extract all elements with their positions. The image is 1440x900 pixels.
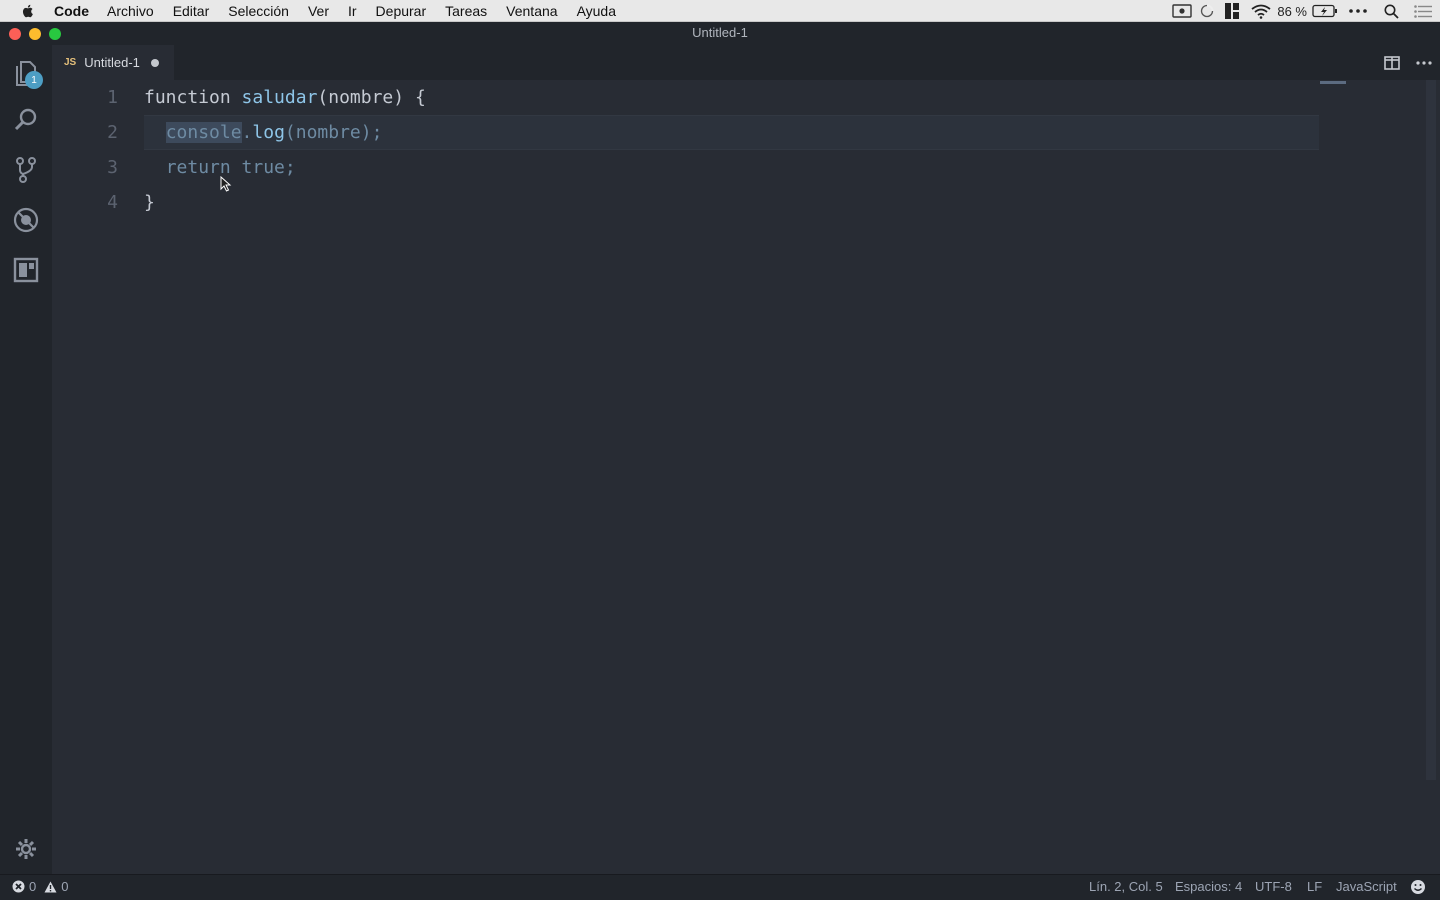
vertical-scrollbar[interactable]: [1426, 80, 1436, 780]
code-line: 3 return true;: [52, 150, 1352, 185]
menu-ver[interactable]: Ver: [308, 3, 329, 19]
menu-ayuda[interactable]: Ayuda: [577, 3, 616, 19]
more-actions-button[interactable]: [1414, 53, 1434, 73]
tab-label: Untitled-1: [84, 55, 140, 70]
code-line: 2 console.log(nombre);: [52, 115, 1352, 150]
mouse-pointer-icon: [220, 175, 232, 197]
screen-record-icon[interactable]: [1169, 0, 1195, 22]
line-number: 1: [107, 87, 118, 108]
javascript-file-icon: JS: [64, 57, 77, 68]
menu-ir[interactable]: Ir: [348, 3, 357, 19]
code-text[interactable]: console.log(nombre);: [144, 115, 382, 150]
menu-ventana[interactable]: Ventana: [506, 3, 557, 19]
encoding-setting[interactable]: UTF-8: [1255, 879, 1292, 894]
error-count: 0: [29, 879, 37, 894]
menu-tareas[interactable]: Tareas: [445, 3, 487, 19]
code-line: 4 }: [52, 185, 1352, 220]
code-line: 1 function saludar(nombre) {: [52, 80, 1352, 115]
status-bar: 0 0 Lín. 2, Col. 5 Espacios: 4 UTF-8 LF …: [0, 874, 1440, 900]
line-number: 3: [107, 157, 118, 178]
battery-percent[interactable]: 86 %: [1277, 0, 1310, 22]
window-title-bar: Untitled-1: [0, 22, 1440, 45]
menu-app-code[interactable]: Code: [54, 3, 89, 19]
selected-text: console: [165, 122, 242, 143]
menu-editar[interactable]: Editar: [173, 3, 210, 19]
wifi-icon[interactable]: [1245, 0, 1277, 22]
eol-setting[interactable]: LF: [1307, 879, 1322, 894]
git-branch-icon: [16, 157, 36, 183]
tab-untitled-1[interactable]: JS Untitled-1: [52, 45, 174, 80]
warning-count: 0: [61, 879, 69, 894]
battery-icon[interactable]: [1310, 0, 1340, 22]
more-actions-icon: [1416, 61, 1432, 65]
split-editor-button[interactable]: [1382, 53, 1402, 73]
search-icon: [14, 108, 37, 131]
apple-icon[interactable]: [20, 3, 36, 19]
line-number: 4: [107, 192, 118, 213]
extensions-button[interactable]: [0, 246, 52, 294]
spotlight-search-icon[interactable]: [1376, 0, 1406, 22]
extensions-icon: [13, 257, 39, 283]
language-mode[interactable]: JavaScript: [1336, 879, 1397, 894]
indentation-setting[interactable]: Espacios: 4: [1175, 879, 1242, 894]
explorer-badge: 1: [25, 71, 43, 89]
code-text[interactable]: }: [144, 185, 155, 220]
source-control-button[interactable]: [0, 146, 52, 194]
sync-icon[interactable]: [1195, 0, 1219, 22]
notification-center-icon[interactable]: [1406, 0, 1440, 22]
problems-indicator[interactable]: 0 0: [12, 879, 68, 894]
activity-bar: 1: [0, 45, 52, 874]
menu-seleccion[interactable]: Selección: [228, 3, 289, 19]
menu-depurar[interactable]: Depurar: [376, 3, 427, 19]
debug-icon: [13, 207, 39, 233]
split-editor-icon: [1384, 56, 1400, 70]
settings-gear-button[interactable]: [14, 837, 38, 861]
feedback-smiley-icon[interactable]: [1410, 879, 1426, 895]
window-title: Untitled-1: [692, 25, 748, 40]
line-number: 2: [107, 122, 118, 143]
code-text[interactable]: function saludar(nombre) {: [144, 80, 426, 115]
cursor-position[interactable]: Lín. 2, Col. 5: [1089, 879, 1163, 894]
warning-icon: [44, 881, 57, 892]
explorer-button[interactable]: 1: [0, 48, 52, 96]
code-editor[interactable]: 1 function saludar(nombre) { 2 console.l…: [52, 80, 1440, 874]
debug-button[interactable]: [0, 196, 52, 244]
error-icon: [12, 880, 25, 893]
macos-menu-bar: Code Archivo Editar Selección Ver Ir Dep…: [0, 0, 1440, 22]
menu-archivo[interactable]: Archivo: [107, 3, 154, 19]
search-view-button[interactable]: [0, 96, 52, 144]
gear-icon: [16, 839, 36, 859]
unsaved-dot-icon[interactable]: [150, 58, 159, 67]
layout-icon[interactable]: [1219, 0, 1245, 22]
menu-status-area: 86 %: [1169, 0, 1440, 22]
editor-tab-bar: JS Untitled-1: [52, 45, 1440, 80]
more-dots-icon[interactable]: [1340, 0, 1376, 22]
